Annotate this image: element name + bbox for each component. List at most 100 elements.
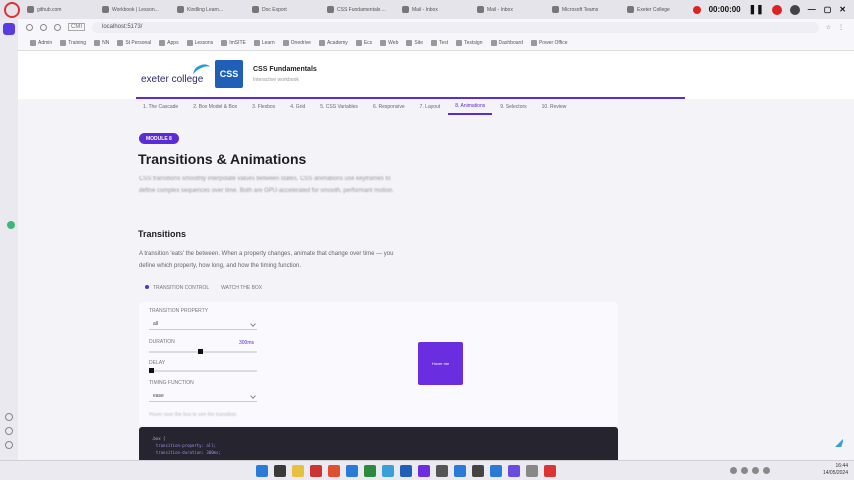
taskbar-app-icon[interactable] [310,465,322,477]
browser-tab[interactable]: CSS Fundamentals ... [323,3,395,17]
bookmark-item[interactable]: Learn [253,39,275,46]
browser-tab[interactable]: Mail - Inbox [398,3,470,17]
property-select[interactable]: all [149,319,257,330]
bookmark-item[interactable]: Ecs [355,39,372,46]
star-icon[interactable]: ☆ [826,24,831,31]
browser-tab[interactable]: Microsoft Teams [548,3,620,17]
speaker-icon[interactable] [752,467,759,474]
reload-icon[interactable] [54,23,61,31]
delay-slider-thumb[interactable] [149,368,154,373]
heart-icon[interactable] [5,413,13,421]
browser-tab[interactable]: Workbook | Lesson... [98,3,170,17]
zoom-badge[interactable]: CMI [68,23,85,31]
chevron-up-icon[interactable] [730,467,737,474]
browser-tab[interactable]: Kindling Learn... [173,3,245,17]
settings-icon[interactable] [789,4,800,15]
history-icon[interactable] [5,427,13,435]
stop-icon[interactable] [771,4,782,15]
nav-item[interactable]: 7. Layout [413,99,448,115]
bookmark-item[interactable]: Apps [159,39,179,46]
nav-item[interactable]: 9. Selectors [493,99,533,115]
bookmark-label: NN [102,39,110,46]
more-icon[interactable] [5,441,13,449]
nav-item[interactable]: 3. Flexbox [245,99,282,115]
bookmark-item[interactable]: Test [430,39,448,46]
close-icon[interactable]: ✕ [839,5,846,14]
extensions-icon[interactable]: ⋮ [838,24,844,31]
nav-item[interactable]: 6. Responsive [366,99,412,115]
taskbar-app-icon[interactable] [382,465,394,477]
taskbar-app-icon[interactable] [454,465,466,477]
taskbar-app-icon[interactable] [346,465,358,477]
taskbar-app-icon[interactable] [418,465,430,477]
tab-favicon-icon [27,6,34,13]
nav-item[interactable]: 8. Animations [448,99,493,115]
bookmark-favicon-icon [186,39,193,46]
taskbar-app-icon[interactable] [292,465,304,477]
taskbar-app-icon[interactable] [472,465,484,477]
timing-label: TIMING FUNCTION [149,380,194,386]
bookmark-item[interactable]: Training [60,39,86,46]
browser-tab[interactable]: Exeter College [623,3,695,17]
forward-icon[interactable] [40,23,47,31]
browser-tab[interactable]: Doc Export [248,3,320,17]
clock[interactable]: 16:44 14/05/2024 [823,463,848,477]
taskbar-app-icon[interactable] [436,465,448,477]
taskbar-app-icon[interactable] [526,465,538,477]
site-header: exeter college CSS CSS Fundamentals Inte… [18,51,854,99]
code-line: transition-duration: 300ms; [151,450,221,455]
bookmark-item[interactable]: ImSITE [221,39,246,46]
nav-item[interactable]: 5. CSS Variables [313,99,365,115]
bookmark-item[interactable]: Academy [318,39,348,46]
delay-slider[interactable] [149,370,257,372]
demo-tabs: TRANSITION CONTROL WATCH THE BOX [145,285,262,291]
code-line: .box { [151,436,166,441]
taskbar-app-icon[interactable] [400,465,412,477]
nav-item[interactable]: 2. Box Model & Box [186,99,244,115]
duration-slider-thumb[interactable] [197,349,203,354]
bookmark-item[interactable]: Testsign [456,39,483,46]
recording-time: 00:00:00 [708,5,741,14]
taskbar-app-icon[interactable] [544,465,556,477]
bookmark-item[interactable]: Web [380,39,398,46]
maximize-icon[interactable]: ▢ [824,5,832,14]
bookmark-item[interactable]: Admin [30,39,52,46]
bookmark-item[interactable]: Onedrive [282,39,311,46]
bookmark-item[interactable]: Power Office [530,39,568,46]
pause-icon[interactable]: ❚❚ [749,4,764,15]
demo-tab-watch[interactable]: WATCH THE BOX [221,285,262,291]
tab-label: Mail - Inbox [412,6,438,13]
nav-item[interactable]: 4. Grid [283,99,312,115]
code-line: transition-property: all; [151,443,217,448]
status-dot-icon[interactable] [7,221,15,229]
timing-select[interactable]: ease [149,391,257,402]
bookmark-item[interactable]: Dashboard [490,39,523,46]
taskbar-app-icon[interactable] [328,465,340,477]
browser-tab[interactable]: github.com [23,3,95,17]
back-icon[interactable] [26,23,33,31]
record-indicator-icon [692,5,701,14]
nav-item[interactable]: 10. Review [535,99,574,115]
bookmark-favicon-icon [60,39,67,46]
bookmark-item[interactable]: Site [406,39,423,46]
bookmark-item[interactable]: NN [94,39,110,46]
demo-animated-box[interactable]: Hover me [418,342,463,385]
taskbar-app-icon[interactable] [274,465,286,477]
wifi-icon[interactable] [741,467,748,474]
taskbar-app-icon[interactable] [364,465,376,477]
battery-icon[interactable] [763,467,770,474]
taskbar-app-icon[interactable] [490,465,502,477]
demo-tab-control[interactable]: TRANSITION CONTROL [145,285,209,291]
duration-slider[interactable] [149,351,257,353]
browser-logo-icon[interactable] [4,1,20,18]
minimize-icon[interactable]: — [808,5,816,14]
bookmark-item[interactable]: St Personal [117,39,151,46]
taskbar-app-icon[interactable] [256,465,268,477]
taskbar-app-icon[interactable] [508,465,520,477]
app-launcher-icon[interactable] [3,23,15,35]
browser-tab[interactable]: Mail - Inbox [473,3,545,17]
assistant-icon[interactable] [833,437,843,447]
bookmark-item[interactable]: Lessons [186,39,213,46]
url-input[interactable]: localhost:5173/ [92,21,819,33]
nav-item[interactable]: 1. The Cascade [136,99,185,115]
